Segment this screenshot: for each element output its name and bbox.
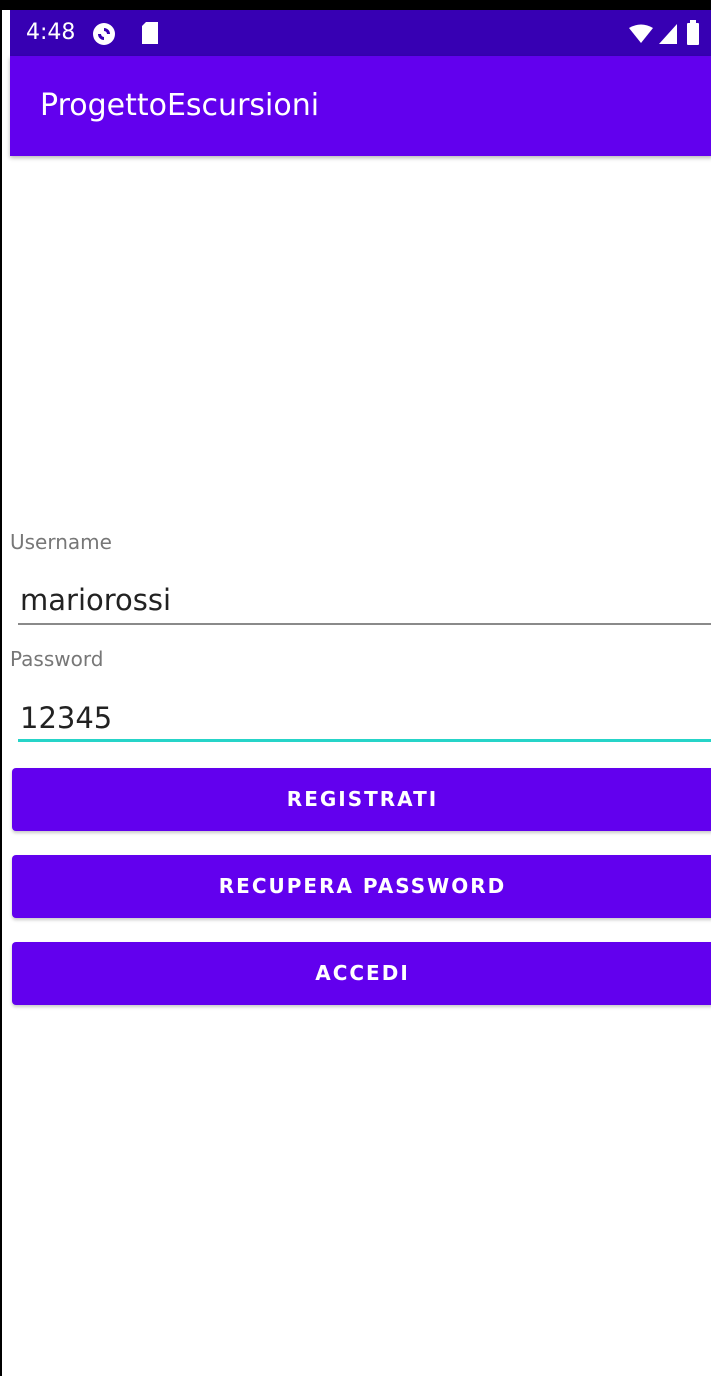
sd-card-icon (142, 22, 158, 44)
username-underline (18, 623, 711, 625)
wifi-icon (629, 24, 653, 43)
password-label: Password (10, 647, 104, 671)
recover-password-button[interactable]: RECUPERA PASSWORD (12, 855, 711, 918)
cell-signal-icon (659, 24, 677, 44)
app-bar: ProgettoEscursioni (10, 56, 711, 156)
username-label: Username (10, 530, 112, 554)
battery-icon (687, 20, 699, 45)
pocket-casts-icon (93, 23, 115, 45)
status-bar: 4:48 (10, 10, 711, 56)
username-value[interactable]: mariorossi (20, 582, 171, 618)
password-value[interactable]: 12345 (20, 700, 112, 736)
login-button[interactable]: ACCEDI (12, 942, 711, 1005)
app-screen: 4:48 ProgettoEscursioni Username marioro… (0, 0, 711, 1376)
register-button[interactable]: REGISTRATI (12, 768, 711, 831)
password-underline-focused (18, 739, 711, 742)
status-time: 4:48 (26, 20, 76, 45)
app-title: ProgettoEscursioni (40, 88, 320, 123)
